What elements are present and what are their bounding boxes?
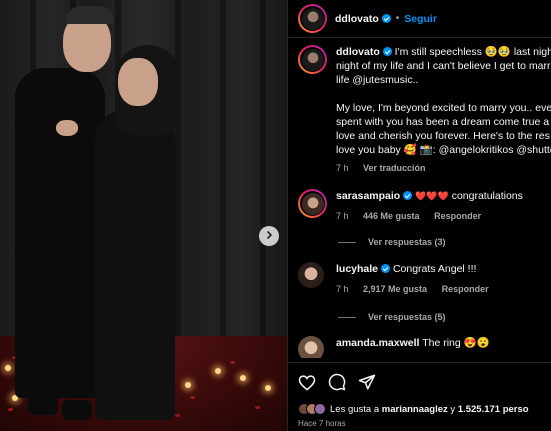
follow-button[interactable]: Seguir xyxy=(404,13,437,25)
translate-link[interactable]: Ver traducción xyxy=(363,163,426,173)
caption-time: 7 h xyxy=(336,163,349,173)
comment-author[interactable]: amanda.maxwell xyxy=(336,337,419,349)
heart-icon[interactable] xyxy=(298,374,316,391)
verified-icon xyxy=(382,47,392,56)
caption: ddlovato I'm still speechless 🥹🥹 last ni… xyxy=(298,45,551,175)
avatar[interactable] xyxy=(298,336,324,358)
man-figure xyxy=(15,68,105,398)
post-photo xyxy=(0,0,287,431)
comment-time: 7 h xyxy=(336,211,349,221)
author-username[interactable]: ddlovato xyxy=(335,13,379,25)
verified-icon xyxy=(381,264,391,273)
comment-time: 7 h xyxy=(336,284,349,294)
candle xyxy=(265,385,271,391)
caption-line: night of my life and I can't believe I g… xyxy=(336,60,551,72)
share-icon[interactable] xyxy=(358,373,376,391)
caption-line: My love, I'm beyond excited to marry you… xyxy=(336,102,551,114)
view-replies-label: Ver respuestas (3) xyxy=(368,237,446,247)
comment-author[interactable]: lucyhale xyxy=(336,263,378,275)
candle xyxy=(215,368,221,374)
likes-prefix: Les gusta a xyxy=(330,403,380,415)
caption-line: life @jutesmusic.. xyxy=(336,74,419,86)
avatar[interactable] xyxy=(298,262,324,288)
verified-icon xyxy=(381,14,391,23)
view-replies-button[interactable]: Ver respuestas (3) xyxy=(338,237,551,247)
candle xyxy=(240,375,246,381)
story-ring[interactable] xyxy=(298,4,327,33)
verified-icon xyxy=(403,191,413,200)
comment-likes[interactable]: 446 Me gusta xyxy=(363,211,420,221)
post-side-panel: ddlovato • Seguir ddlovato I'm still spe… xyxy=(287,0,551,431)
comment-text: The ring 😍😮 xyxy=(422,337,490,349)
caption-line: I'm still speechless 🥹🥹 last night xyxy=(394,46,551,58)
candle xyxy=(185,382,191,388)
comment-text: congratulations xyxy=(451,190,523,202)
caption-line: love and cherish you forever. Here's to … xyxy=(336,130,550,142)
hands xyxy=(56,120,78,136)
comment-icon[interactable] xyxy=(328,373,346,391)
avatar[interactable] xyxy=(301,48,324,71)
caption-author[interactable]: ddlovato xyxy=(336,46,380,58)
man-shoe xyxy=(62,400,92,420)
liker-username[interactable]: mariannaaglez xyxy=(382,404,448,415)
avatar[interactable] xyxy=(301,7,324,30)
comment-item: lucyhale Congrats Angel !!! 7 h 2,917 Me… xyxy=(298,262,551,296)
divider xyxy=(338,316,356,318)
next-image-button[interactable] xyxy=(259,226,279,246)
story-ring[interactable] xyxy=(298,189,327,218)
caption-line: spent with you has been a dream come tru… xyxy=(336,116,550,128)
woman-face xyxy=(118,58,158,106)
comments-list: ddlovato I'm still speechless 🥹🥹 last ni… xyxy=(288,45,551,358)
man-hair xyxy=(66,6,114,24)
view-replies-button[interactable]: Ver respuestas (5) xyxy=(338,312,551,322)
separator-dot: • xyxy=(395,13,400,24)
reply-button[interactable]: Responder xyxy=(442,284,489,294)
likes-summary[interactable]: Les gusta a mariannaaglez y 1.525.171 pe… xyxy=(298,403,551,415)
reply-button[interactable]: Responder xyxy=(434,211,481,221)
man-shoe xyxy=(28,395,58,415)
view-replies-label: Ver respuestas (5) xyxy=(368,312,446,322)
liker-avatar xyxy=(314,403,326,415)
chevron-right-icon xyxy=(264,227,274,245)
comment-author[interactable]: sarasampaio xyxy=(336,190,400,202)
likes-joiner: y xyxy=(450,403,456,415)
hearts-emoji: ❤️❤️❤️ xyxy=(415,191,449,201)
post-time: Hace 7 horas xyxy=(298,419,346,428)
post-actions: Les gusta a mariannaaglez y 1.525.171 pe… xyxy=(288,362,551,431)
comment-item: amanda.maxwell The ring 😍😮 xyxy=(298,336,551,358)
caption-line: love you baby 🥰 📸: @angelokritikos @shut… xyxy=(336,144,551,156)
candle xyxy=(5,365,11,371)
woman-figure xyxy=(95,110,175,420)
likes-count[interactable]: 1.525.171 perso xyxy=(458,404,529,415)
comment-likes[interactable]: 2,917 Me gusta xyxy=(363,284,427,294)
comment-text: Congrats Angel !!! xyxy=(392,263,477,275)
story-ring[interactable] xyxy=(298,45,327,74)
divider xyxy=(338,241,356,243)
avatar[interactable] xyxy=(301,192,324,215)
post-header: ddlovato • Seguir xyxy=(288,0,551,38)
comment-item: sarasampaio ❤️❤️❤️ congratulations 7 h 4… xyxy=(298,189,551,223)
